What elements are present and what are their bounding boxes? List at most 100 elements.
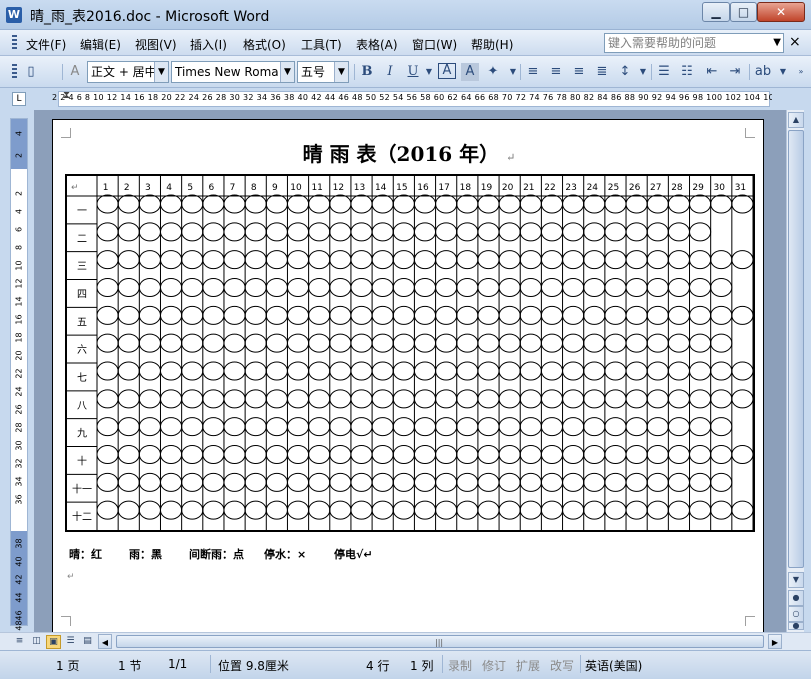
weather-circle[interactable] (477, 361, 500, 381)
status-overtype[interactable]: 改写 (550, 657, 574, 674)
weather-circle[interactable] (371, 417, 394, 437)
weather-circle[interactable] (308, 222, 331, 242)
menu-edit[interactable]: 编辑(E) (80, 36, 121, 53)
weather-circle[interactable] (583, 361, 606, 381)
weather-circle[interactable] (202, 250, 225, 270)
weather-circle[interactable] (308, 445, 331, 464)
weather-circle[interactable] (562, 194, 585, 214)
weather-circle[interactable] (181, 222, 204, 242)
weather-circle[interactable] (329, 250, 352, 270)
weather-circle[interactable] (117, 361, 140, 381)
weather-circle[interactable] (625, 389, 648, 409)
decrease-indent-icon[interactable]: ⇤ (703, 63, 721, 81)
weather-circle[interactable] (350, 250, 373, 270)
weather-circle[interactable] (477, 445, 500, 464)
weather-circle[interactable] (519, 472, 542, 492)
weather-circle[interactable] (392, 500, 415, 520)
weather-circle[interactable] (329, 445, 352, 464)
weather-circle[interactable] (477, 194, 500, 214)
weather-circle[interactable] (371, 333, 394, 353)
new-doc-icon[interactable]: ▯ (22, 63, 40, 81)
weather-circle[interactable] (202, 305, 225, 325)
weather-circle[interactable] (583, 445, 606, 464)
weather-circle[interactable] (223, 278, 246, 297)
weather-circle[interactable] (244, 500, 267, 520)
weather-circle[interactable] (181, 278, 204, 297)
weather-circle[interactable] (159, 305, 183, 325)
weather-circle[interactable] (604, 278, 627, 297)
indent-marker-icon[interactable]: ⧗ (63, 90, 73, 108)
weather-circle[interactable] (604, 472, 627, 492)
weather-circle[interactable] (223, 305, 246, 325)
weather-circle[interactable] (689, 472, 712, 492)
weather-circle[interactable] (456, 222, 479, 242)
weather-circle[interactable] (371, 445, 394, 464)
weather-circle[interactable] (329, 222, 352, 242)
tab-selector-button[interactable]: L (12, 92, 26, 106)
weather-circle[interactable] (456, 333, 479, 353)
weather-circle[interactable] (138, 417, 161, 437)
weather-circle[interactable] (308, 333, 331, 353)
scroll-right-button[interactable]: ▶ (768, 634, 782, 649)
center-icon[interactable]: ≡ (547, 63, 565, 81)
weather-circle[interactable] (456, 500, 479, 520)
weather-circle[interactable] (329, 361, 352, 381)
align-right-icon[interactable]: ≡ (570, 63, 588, 81)
weather-circle[interactable] (308, 194, 331, 214)
weather-circle[interactable] (731, 445, 753, 464)
weather-circle[interactable] (710, 305, 733, 325)
weather-circle[interactable] (265, 194, 288, 214)
status-track-changes[interactable]: 修订 (482, 657, 506, 674)
weather-circle[interactable] (181, 389, 204, 409)
weather-circle[interactable] (689, 278, 712, 297)
weather-circle[interactable] (371, 250, 394, 270)
weather-circle[interactable] (435, 278, 458, 297)
weather-circle[interactable] (731, 389, 753, 409)
status-record[interactable]: 录制 (448, 657, 472, 674)
weather-circle[interactable] (646, 361, 669, 381)
char-shading-icon[interactable]: A (461, 63, 479, 81)
weather-circle[interactable] (202, 194, 225, 214)
weather-circle[interactable] (435, 333, 458, 353)
weather-circle[interactable] (286, 278, 310, 297)
weather-circle[interactable] (96, 500, 119, 520)
weather-circle[interactable] (202, 222, 225, 242)
weather-circle[interactable] (138, 361, 161, 381)
weather-circle[interactable] (329, 500, 352, 520)
weather-circle[interactable] (562, 278, 585, 297)
close-button[interactable]: ✕ (757, 2, 805, 22)
weather-circle[interactable] (540, 417, 564, 437)
weather-circle[interactable] (710, 472, 733, 492)
weather-circle[interactable] (392, 472, 415, 492)
weather-circle[interactable] (392, 389, 415, 409)
weather-circle[interactable] (540, 472, 564, 492)
highlight-icon[interactable]: ✦ (484, 63, 502, 81)
weather-circle[interactable] (562, 333, 585, 353)
weather-circle[interactable] (392, 417, 415, 437)
weather-circle[interactable] (519, 500, 542, 520)
weather-circle[interactable] (350, 417, 373, 437)
weather-circle[interactable] (477, 389, 500, 409)
weather-circle[interactable] (223, 417, 246, 437)
weather-circle[interactable] (689, 445, 712, 464)
weather-circle[interactable] (583, 417, 606, 437)
weather-circle[interactable] (159, 278, 183, 297)
weather-circle[interactable] (223, 222, 246, 242)
weather-circle[interactable] (540, 250, 564, 270)
weather-circle[interactable] (583, 472, 606, 492)
font-color-icon[interactable]: ab (754, 63, 772, 81)
weather-circle[interactable] (540, 445, 564, 464)
weather-circle[interactable] (604, 417, 627, 437)
weather-circle[interactable] (519, 417, 542, 437)
weather-circle[interactable] (138, 500, 161, 520)
weather-circle[interactable] (456, 361, 479, 381)
weather-circle[interactable] (223, 500, 246, 520)
weather-circle[interactable] (477, 305, 500, 325)
weather-circle[interactable] (689, 361, 712, 381)
weather-circle[interactable] (329, 417, 352, 437)
weather-circle[interactable] (308, 278, 331, 297)
weather-circle[interactable] (96, 472, 119, 492)
weather-circle[interactable] (329, 333, 352, 353)
weather-circle[interactable] (329, 472, 352, 492)
scroll-left-button[interactable]: ◀ (98, 634, 112, 649)
